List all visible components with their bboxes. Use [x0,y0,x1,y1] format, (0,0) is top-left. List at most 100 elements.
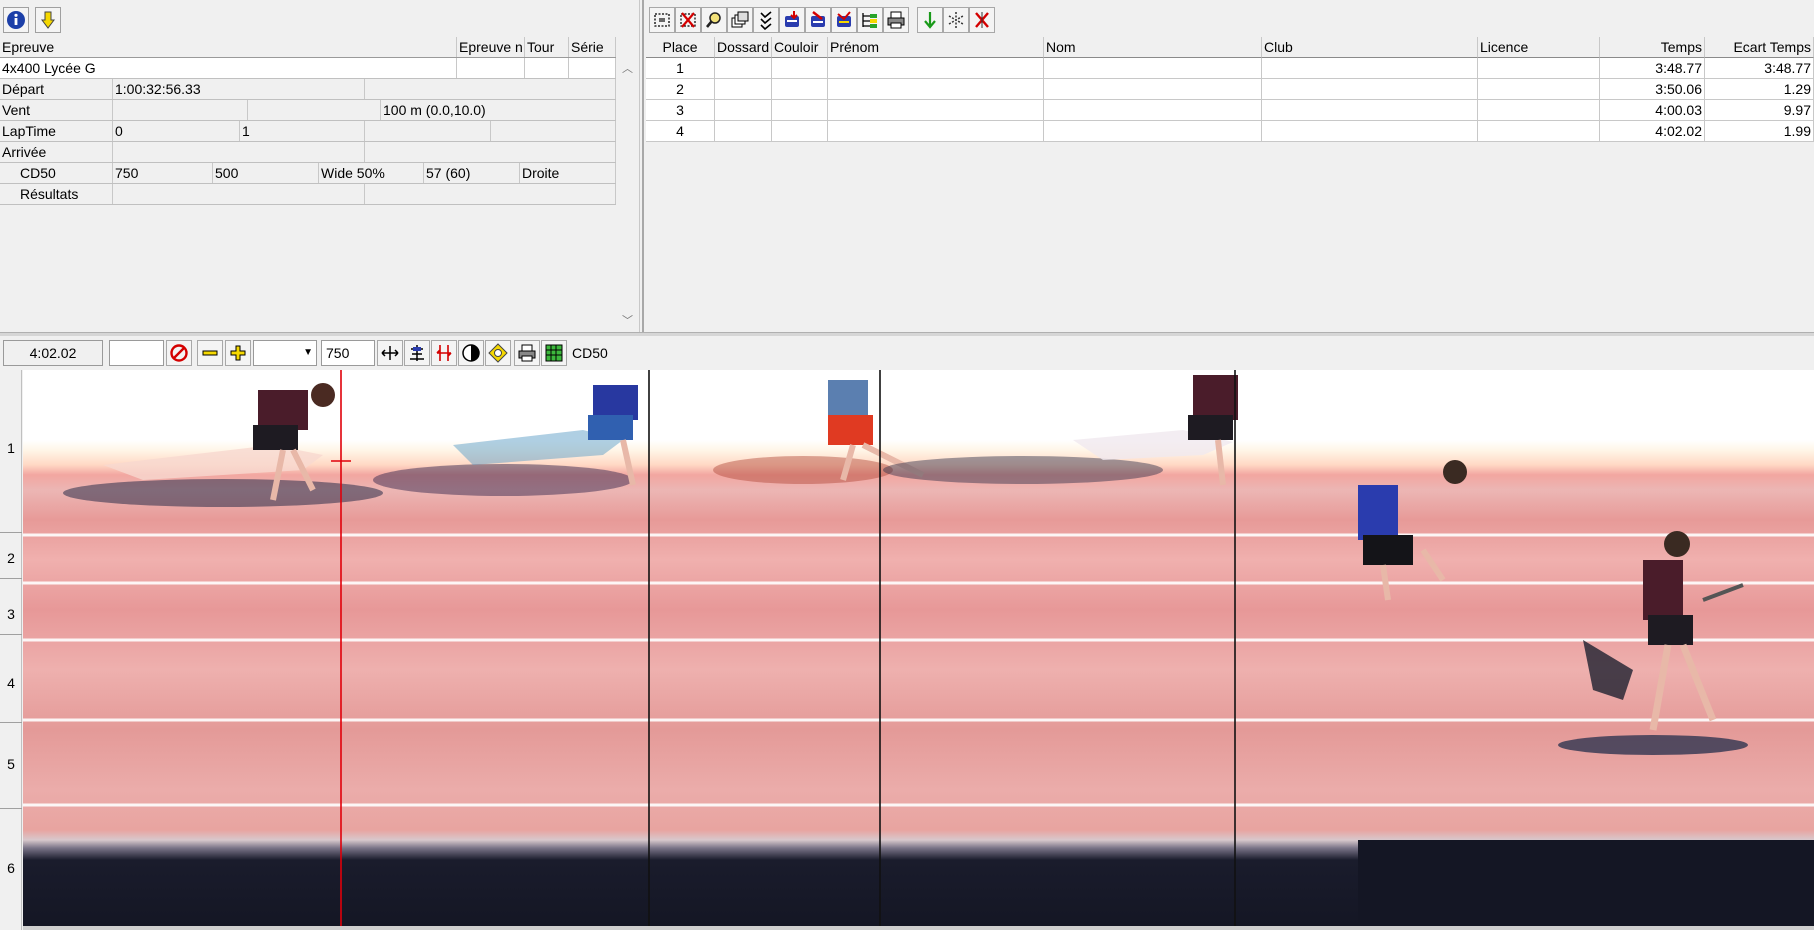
event-tour[interactable] [525,58,569,78]
vent-value-1[interactable] [113,100,248,120]
col-epreuve-n[interactable]: Epreuve n [457,37,525,57]
cell-nom[interactable] [1044,79,1262,100]
cell-licence[interactable] [1478,121,1600,142]
depart-row[interactable]: Départ 1:00:32:56.33 [0,79,616,100]
vent-value-2[interactable] [248,100,381,120]
zoom-button[interactable] [701,7,727,33]
event-name[interactable]: 4x400 Lycée G [0,58,457,78]
print-image-button[interactable] [514,340,540,366]
laptime-value-2[interactable] [365,121,491,141]
camera-rate[interactable]: 500 [213,163,319,183]
cell-prenom[interactable] [828,100,1044,121]
col-nom[interactable]: Nom [1044,37,1262,58]
event-panel-scrollbar[interactable]: ︿ ﹀ [618,58,636,330]
cell-ecart-temps[interactable]: 1.29 [1705,79,1814,100]
info-button[interactable] [3,7,29,33]
cell-temps[interactable]: 4:00.03 [1600,100,1705,121]
col-tour[interactable]: Tour [525,37,569,57]
select-area-button[interactable] [649,7,675,33]
cut-button[interactable] [431,340,457,366]
cell-licence[interactable] [1478,79,1600,100]
col-licence[interactable]: Licence [1478,37,1600,58]
event-name-row[interactable]: 4x400 Lycée G [0,58,616,79]
cell-dossard[interactable] [715,79,772,100]
col-epreuve[interactable]: Epreuve [0,37,457,57]
cell-dossard[interactable] [715,58,772,79]
cell-nom[interactable] [1044,58,1262,79]
cell-place[interactable]: 2 [646,79,715,100]
delete-area-button[interactable] [675,7,701,33]
laptime-value-0[interactable]: 0 [113,121,240,141]
event-serie[interactable] [569,58,616,78]
resultats-row[interactable]: Résultats [0,184,616,205]
windows-button[interactable] [727,7,753,33]
density-input[interactable]: 750 [321,340,375,366]
scroll-up-icon[interactable]: ︿ [622,60,633,76]
cell-place[interactable]: 4 [646,121,715,142]
resultats-value-2[interactable] [365,184,616,204]
arrivee-row[interactable]: Arrivée [0,142,616,163]
cell-nom[interactable] [1044,100,1262,121]
cell-couloir[interactable] [772,121,828,142]
arrivee-value-2[interactable] [365,142,616,162]
cell-place[interactable]: 3 [646,100,715,121]
align-button[interactable] [404,340,430,366]
scroll-down-icon[interactable]: ﹀ [622,312,633,328]
depart-extra[interactable] [365,79,616,99]
print-button[interactable] [883,7,909,33]
cell-nom[interactable] [1044,121,1262,142]
cell-temps[interactable]: 4:02.02 [1600,121,1705,142]
photo-finish-image[interactable] [23,370,1814,928]
time-input[interactable] [109,340,164,366]
col-place[interactable]: Place [646,37,715,58]
cell-licence[interactable] [1478,100,1600,121]
export-button[interactable] [805,7,831,33]
camera-width[interactable]: Wide 50% [319,163,424,183]
depart-time[interactable]: 1:00:32:56.33 [113,79,365,99]
cell-place[interactable]: 1 [646,58,715,79]
cell-dossard[interactable] [715,121,772,142]
col-club[interactable]: Club [1262,37,1478,58]
camera-row[interactable]: CD50 750 500 Wide 50% 57 (60) Droite [0,163,616,184]
cell-couloir[interactable] [772,58,828,79]
table-row[interactable]: 3 4:00.03 9.97 [646,100,1814,121]
cell-couloir[interactable] [772,79,828,100]
cell-club[interactable] [1262,58,1478,79]
cell-prenom[interactable] [828,121,1044,142]
cell-couloir[interactable] [772,100,828,121]
cell-prenom[interactable] [828,79,1044,100]
table-row[interactable]: 2 3:50.06 1.29 [646,79,1814,100]
col-couloir[interactable]: Couloir [772,37,828,58]
arrivee-value-1[interactable] [113,142,365,162]
cell-licence[interactable] [1478,58,1600,79]
laptime-value-1[interactable]: 1 [240,121,365,141]
cell-dossard[interactable] [715,100,772,121]
laptime-row[interactable]: LapTime 0 1 [0,121,616,142]
import-button[interactable] [779,7,805,33]
cell-club[interactable] [1262,79,1478,100]
col-prenom[interactable]: Prénom [828,37,1044,58]
col-serie[interactable]: Série [569,37,616,57]
fit-width-button[interactable] [377,340,403,366]
col-dossard[interactable]: Dossard [715,37,772,58]
cell-ecart-temps[interactable]: 9.97 [1705,100,1814,121]
vent-row[interactable]: Vent 100 m (0.0,10.0) [0,100,616,121]
camera-position[interactable]: 57 (60) [424,163,520,183]
col-temps[interactable]: Temps [1600,37,1705,58]
cell-club[interactable] [1262,121,1478,142]
vent-distance[interactable]: 100 m (0.0,10.0) [381,100,616,120]
cell-ecart-temps[interactable]: 3:48.77 [1705,58,1814,79]
laptime-value-3[interactable] [491,121,616,141]
merge-button[interactable] [831,7,857,33]
clear-button[interactable] [166,340,192,366]
resultats-value-1[interactable] [113,184,365,204]
grid-button[interactable] [541,340,567,366]
cell-temps[interactable]: 3:48.77 [1600,58,1705,79]
table-row[interactable]: 4 4:02.02 1.99 [646,121,1814,142]
col-ecart-temps[interactable]: Ecart Temps [1705,37,1814,58]
cell-prenom[interactable] [828,58,1044,79]
cursor-line[interactable] [331,370,351,928]
camera-side[interactable]: Droite [520,163,616,183]
accept-button[interactable] [917,7,943,33]
cell-club[interactable] [1262,100,1478,121]
